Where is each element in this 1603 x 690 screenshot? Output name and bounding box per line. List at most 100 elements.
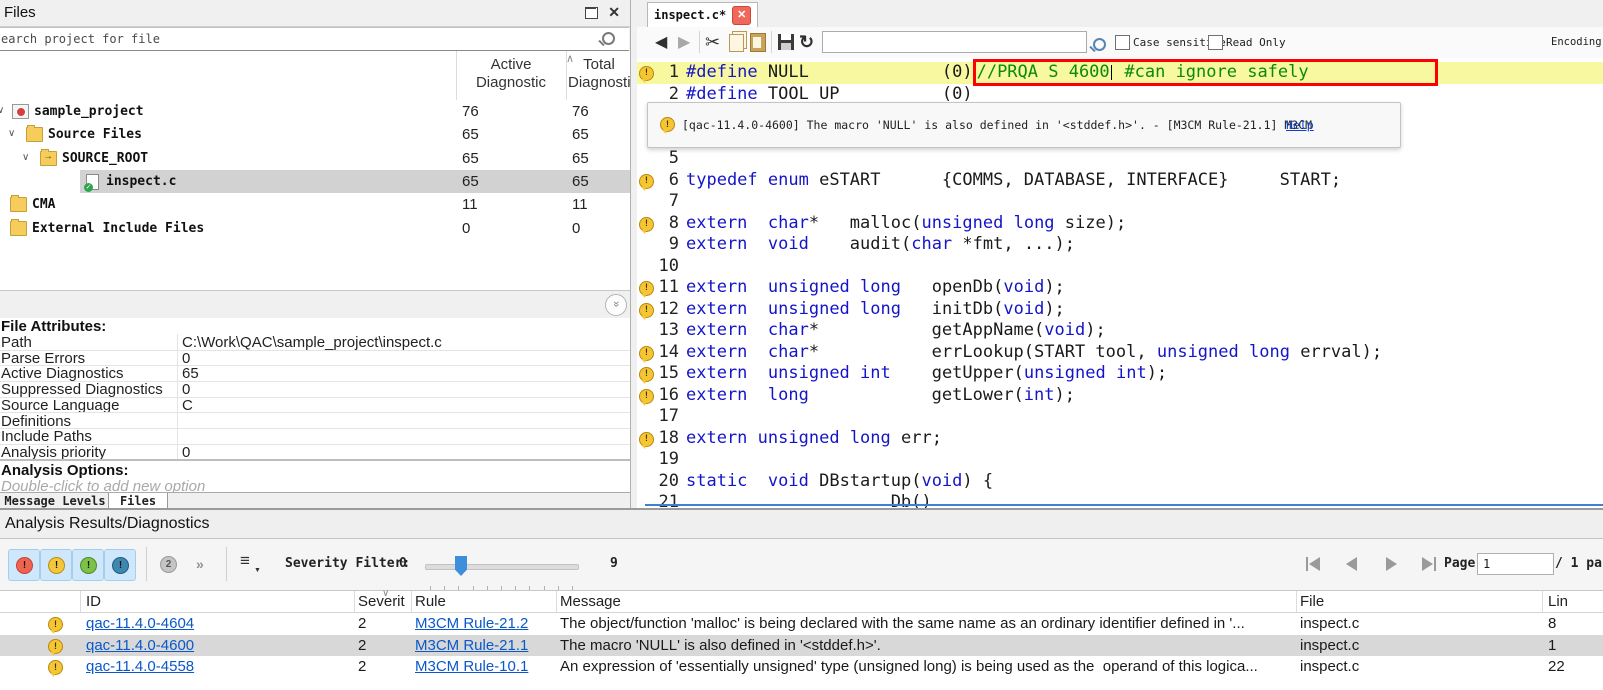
line-number-value: 1 [1548, 637, 1556, 654]
diagnostic-row[interactable]: !qac-11.4.0-46002M3CM Rule-21.1The macro… [0, 635, 1603, 657]
float-panel-icon[interactable] [585, 7, 598, 19]
cut-icon[interactable]: ✂ [705, 32, 720, 53]
copy-icon[interactable] [729, 34, 744, 52]
rule-link[interactable]: M3CM Rule-21.2 [415, 615, 528, 632]
next-page-button[interactable] [1386, 557, 1397, 571]
code-line[interactable]: 19 [637, 449, 1603, 471]
col-severity[interactable]: Severit [358, 593, 405, 610]
case-sensitive-checkbox[interactable] [1115, 35, 1130, 50]
code-token: * errLookup(START tool, [809, 342, 1157, 362]
diagnostic-id-link[interactable]: qac-11.4.0-4604 [86, 615, 194, 632]
suppression-comment: //PRQA S 4600 [977, 62, 1110, 82]
attribute-label: Definitions [1, 413, 178, 429]
tab-inspect-c[interactable]: inspect.c* ✕ [647, 2, 758, 27]
expand-chevron-icon[interactable]: ∨ [8, 128, 15, 139]
code-area[interactable]: !1#define NULL (0)//PRQA S 4600 #can ign… [637, 58, 1603, 508]
code-line[interactable]: !14extern char* errLookup(START tool, un… [637, 342, 1603, 364]
editor-search-input[interactable] [822, 31, 1087, 53]
navigate-back-icon[interactable]: ◀ [655, 32, 667, 52]
analysis-results-panel: Analysis Results/Diagnostics ! ! ! ! 2 »… [0, 508, 1603, 690]
filter-severity-green-button[interactable]: ! [72, 549, 104, 581]
line-number: 7 [643, 191, 679, 213]
tooltip-help-link[interactable]: Help [1286, 118, 1314, 132]
col-line[interactable]: Lin [1548, 593, 1568, 610]
code-line[interactable]: !8extern char* malloc(unsigned long size… [637, 213, 1603, 235]
code-line[interactable]: 20static void DBstartup(void) { [637, 471, 1603, 493]
code-token: long [1249, 342, 1290, 362]
tree-row[interactable]: ∨SOURCE_ROOT6565 [0, 147, 630, 170]
filter-severity-red-button[interactable]: ! [8, 549, 40, 581]
col-rule[interactable]: Rule [415, 593, 446, 610]
save-icon[interactable] [778, 34, 794, 50]
reload-icon[interactable]: ↻ [799, 32, 814, 53]
severity-slider-handle[interactable] [455, 556, 467, 576]
code-line[interactable]: !11extern unsigned long openDb(void); [637, 277, 1603, 299]
code-line[interactable]: 9extern void audit(char *fmt, ...); [637, 234, 1603, 256]
code-line[interactable]: 5 [637, 148, 1603, 170]
diagnostic-row[interactable]: !qac-11.4.0-45582M3CM Rule-10.1An expres… [0, 656, 1603, 678]
suppressed-count-icon[interactable]: 2 [160, 556, 177, 573]
rule-link[interactable]: M3CM Rule-10.1 [415, 658, 528, 675]
tree-row[interactable]: ∨sample_project7676 [0, 100, 630, 123]
close-panel-icon[interactable]: ✕ [608, 4, 620, 21]
code-text: static void DBstartup(void) { [686, 471, 993, 493]
expand-chevron-icon[interactable]: ∨ [0, 105, 4, 116]
collapse-attributes-button[interactable]: » [605, 294, 627, 316]
severity-slider-track[interactable] [425, 564, 579, 570]
filter-severity-blue-button[interactable]: ! [104, 549, 136, 581]
column-header-active-diagnostic[interactable]: ActiveDiagnostic [458, 56, 564, 92]
expand-chevron-icon[interactable]: ∨ [22, 152, 29, 163]
project-file-search-input[interactable]: earch project for file [0, 27, 629, 51]
tree-row[interactable]: CMA1111 [0, 193, 630, 216]
filter-severity-yellow-button[interactable]: ! [40, 549, 72, 581]
prev-page-button[interactable] [1346, 557, 1357, 571]
line-number: 18 [643, 428, 679, 450]
col-message[interactable]: Message [560, 593, 621, 610]
code-line[interactable]: !16extern long getLower(int); [637, 385, 1603, 407]
line-number-value: 8 [1548, 615, 1556, 632]
code-line[interactable]: !15extern unsigned int getUpper(unsigned… [637, 363, 1603, 385]
results-toolbar: ! ! ! ! 2 » ≡ ▼ Severity Filter: 0 9 Pag… [0, 539, 1603, 589]
tree-rows: ∨sample_project7676∨Source Files6565∨SOU… [0, 100, 630, 290]
attribute-label: Analysis priority [1, 444, 178, 460]
first-page-button[interactable] [1306, 557, 1320, 571]
code-line[interactable]: !1#define NULL (0)//PRQA S 4600 #can ign… [637, 62, 1603, 84]
code-line[interactable]: !6typedef enum eSTART {COMMS, DATABASE, … [637, 170, 1603, 192]
tree-row[interactable]: ∨Source Files6565 [0, 123, 630, 146]
blue-warning-icon: ! [112, 557, 129, 574]
code-line[interactable]: !18extern unsigned long err; [637, 428, 1603, 450]
diagnostic-id-link[interactable]: qac-11.4.0-4600 [86, 637, 194, 654]
code-line[interactable]: 13extern char* getAppName(void); [637, 320, 1603, 342]
code-token: ); [1044, 299, 1064, 319]
code-line[interactable]: !12extern unsigned long initDb(void); [637, 299, 1603, 321]
code-text: extern long getLower(int); [686, 385, 1075, 407]
code-token [747, 213, 767, 233]
paste-icon[interactable] [750, 33, 766, 52]
diagnostic-id-link[interactable]: qac-11.4.0-4558 [86, 658, 194, 675]
page-number-input[interactable]: 1 [1477, 553, 1554, 575]
read-only-checkbox[interactable] [1208, 35, 1223, 50]
close-tab-icon[interactable]: ✕ [732, 6, 751, 25]
file-attributes-title: File Attributes: [1, 318, 106, 335]
code-line[interactable]: 7 [637, 191, 1603, 213]
editor-search-icon[interactable] [1093, 38, 1106, 51]
tree-row[interactable]: inspect.c6565 [0, 170, 630, 193]
col-id[interactable]: ID [86, 593, 101, 610]
total-diagnostic-count: 0 [572, 220, 580, 237]
code-token: extern [686, 234, 747, 254]
more-filters-icon[interactable]: » [196, 556, 204, 572]
code-token: * malloc( [809, 213, 922, 233]
suppression-comment: #can ignore safely [1114, 62, 1308, 82]
code-line[interactable]: 10 [637, 256, 1603, 278]
code-token: unsigned [1157, 342, 1239, 362]
menu-icon[interactable]: ≡ [240, 551, 250, 571]
diagnostic-row[interactable]: !qac-11.4.0-46042M3CM Rule-21.2The objec… [0, 613, 1603, 635]
column-header-total-diagnostic[interactable]: TotalDiagnostic [568, 56, 630, 92]
navigate-forward-icon[interactable]: ▶ [678, 32, 690, 52]
rule-link[interactable]: M3CM Rule-21.1 [415, 637, 528, 654]
code-token: initDb( [901, 299, 1003, 319]
col-file[interactable]: File [1300, 593, 1324, 610]
last-page-button[interactable] [1422, 557, 1436, 571]
tree-row[interactable]: External Include Files00 [0, 217, 630, 240]
code-line[interactable]: 17 [637, 406, 1603, 428]
